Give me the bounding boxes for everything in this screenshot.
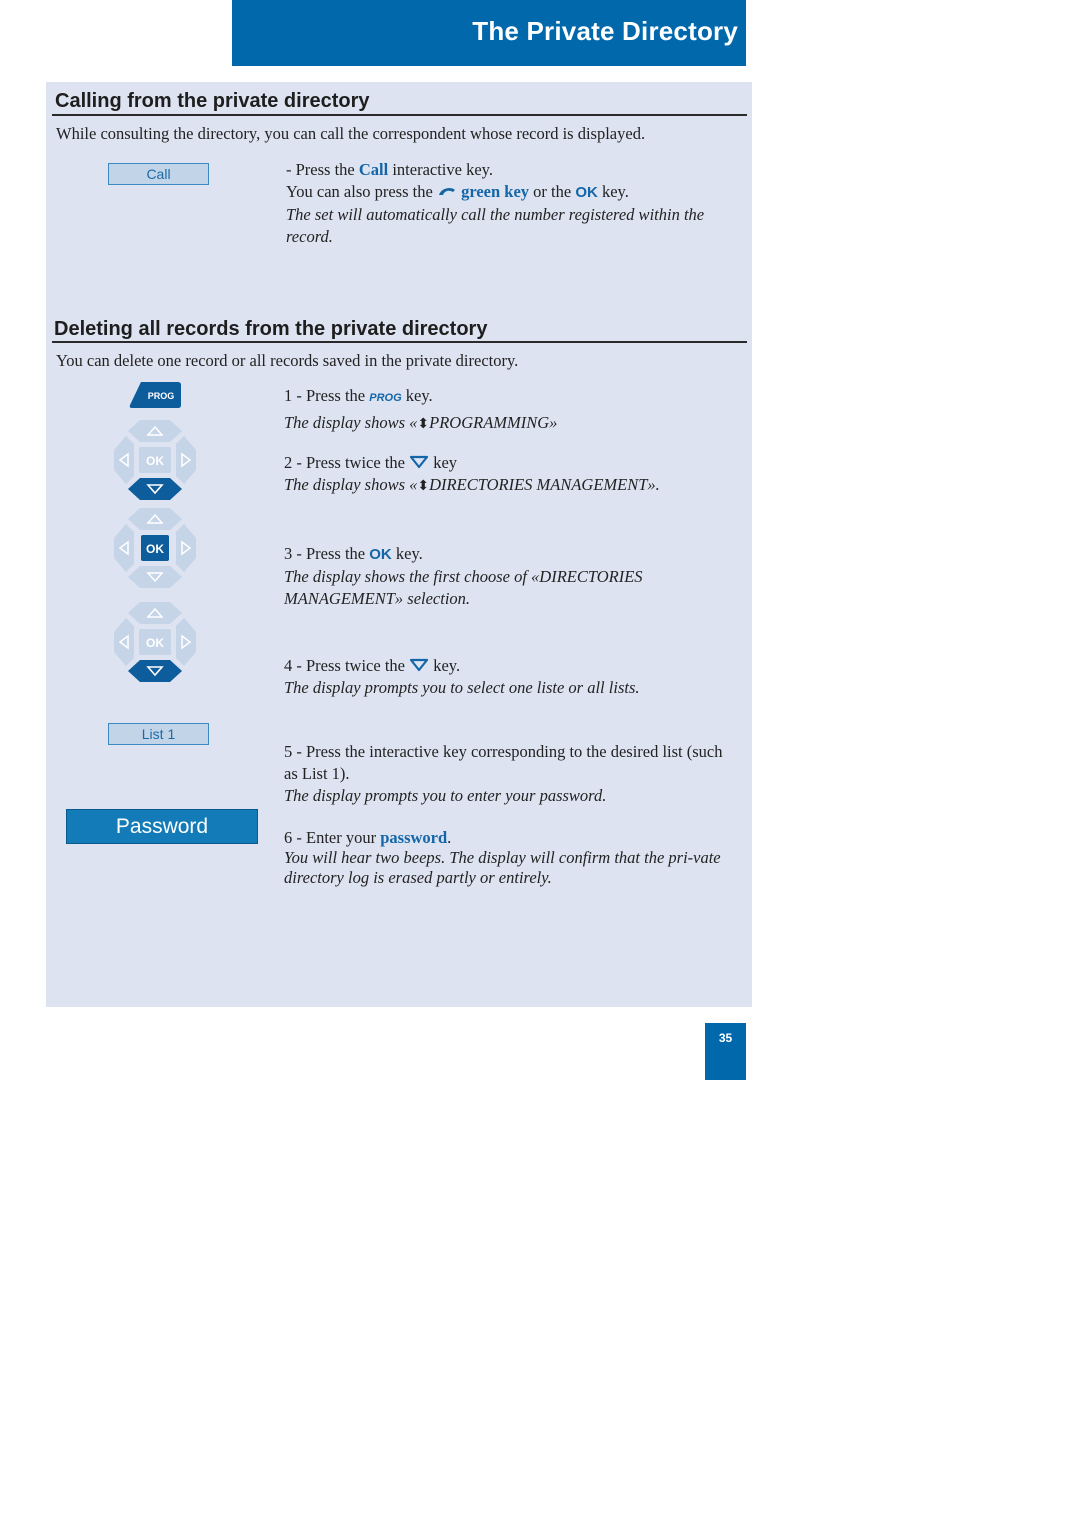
text: You can also press the	[286, 182, 437, 201]
step-note: The display shows the first choose of «D…	[284, 567, 643, 608]
step-5: 5 - Press the interactive key correspond…	[284, 741, 734, 807]
section-title-deleting: Deleting all records from the private di…	[54, 318, 488, 340]
down-key[interactable]	[128, 478, 182, 500]
text: key.	[401, 386, 433, 405]
call-softkey[interactable]: Call	[108, 163, 209, 185]
password-key[interactable]: Password	[66, 809, 258, 844]
password-key-name: password	[380, 828, 448, 847]
up-key[interactable]	[128, 602, 182, 624]
ok-key-icon: OK	[369, 546, 392, 563]
text: 6 - Enter your	[284, 828, 381, 847]
ok-key-label: OK	[146, 454, 164, 468]
step-note: The display shows «⬍PROGRAMMING»	[284, 412, 744, 435]
prog-key[interactable]: PROG	[129, 382, 181, 408]
left-key[interactable]	[114, 618, 134, 666]
chapter-title: The Private Directory	[472, 16, 738, 46]
left-key[interactable]	[114, 524, 134, 572]
call-key-name: Call	[358, 160, 389, 179]
text: 4 - Press twice the	[284, 656, 410, 675]
step-2: 2 - Press twice the key The display show…	[284, 452, 744, 497]
section-title-calling: Calling from the private directory	[55, 90, 370, 112]
text: 1 - Press the	[284, 386, 370, 405]
section-divider	[52, 341, 747, 343]
text: 2 - Press twice the	[284, 453, 410, 472]
step-note: The display shows «⬍DIRECTORIES MANAGEME…	[284, 474, 744, 497]
call-instructions: - Press the Call interactive key. You ca…	[286, 159, 746, 248]
chapter-header: The Private Directory	[232, 0, 746, 66]
page-number: 35	[705, 1023, 746, 1080]
right-key[interactable]	[176, 436, 196, 484]
navpad-down-highlight: OK	[114, 420, 196, 500]
section-divider	[52, 114, 747, 116]
scroll-updown-icon: ⬍	[417, 478, 430, 494]
text: key	[429, 453, 458, 472]
text: DIRECTORIES MANAGEMENT».	[429, 475, 660, 494]
content-panel: Calling from the private directory While…	[46, 82, 752, 1007]
right-key[interactable]	[176, 524, 196, 572]
down-arrow-key-icon	[410, 455, 429, 469]
scroll-updown-icon: ⬍	[417, 416, 430, 432]
text: key.	[429, 656, 461, 675]
ok-key-label: OK	[146, 542, 164, 556]
up-key[interactable]	[128, 508, 182, 530]
down-key[interactable]	[128, 566, 182, 588]
prog-key-icon: PROG	[369, 392, 402, 404]
text: interactive key.	[388, 160, 493, 179]
navpad-down-highlight: OK	[114, 602, 196, 682]
step-4: 4 - Press twice the key. The display pro…	[284, 655, 744, 699]
step-note: The display prompts you to enter your pa…	[284, 786, 607, 805]
text: 5 - Press the interactive key correspond…	[284, 742, 723, 783]
text: PROGRAMMING»	[429, 413, 558, 432]
ok-key-icon: OK	[575, 184, 598, 201]
text: or the	[529, 182, 576, 201]
down-key[interactable]	[128, 660, 182, 682]
section-intro: You can delete one record or all records…	[56, 351, 519, 370]
right-key[interactable]	[176, 618, 196, 666]
text: key.	[597, 182, 629, 201]
call-note: The set will automatically call the numb…	[286, 205, 705, 246]
ok-key-label: OK	[146, 636, 164, 650]
step-6: 6 - Enter your password. You will hear t…	[284, 828, 739, 888]
text: - Press the	[286, 160, 359, 179]
left-key[interactable]	[114, 436, 134, 484]
phone-handset-icon	[438, 187, 455, 195]
green-key-name: green key	[461, 182, 530, 201]
text: The display shows «	[284, 413, 418, 432]
section-intro: While consulting the directory, you can …	[56, 124, 646, 143]
text: 3 - Press the	[284, 544, 370, 563]
navpad-ok-highlight: OK	[114, 508, 196, 588]
step-note: You will hear two beeps. The display wil…	[284, 848, 721, 887]
down-arrow-key-icon	[410, 658, 429, 672]
text: .	[447, 828, 452, 847]
up-key[interactable]	[128, 420, 182, 442]
list1-softkey[interactable]: List 1	[108, 723, 209, 745]
prog-key-label: PROG	[148, 391, 175, 401]
text: key.	[391, 544, 423, 563]
step-3: 3 - Press the OK key. The display shows …	[284, 543, 744, 610]
step-1: 1 - Press the PROG key. The display show…	[284, 385, 744, 435]
text: The display shows «	[284, 475, 418, 494]
step-note: The display prompts you to select one li…	[284, 678, 640, 697]
